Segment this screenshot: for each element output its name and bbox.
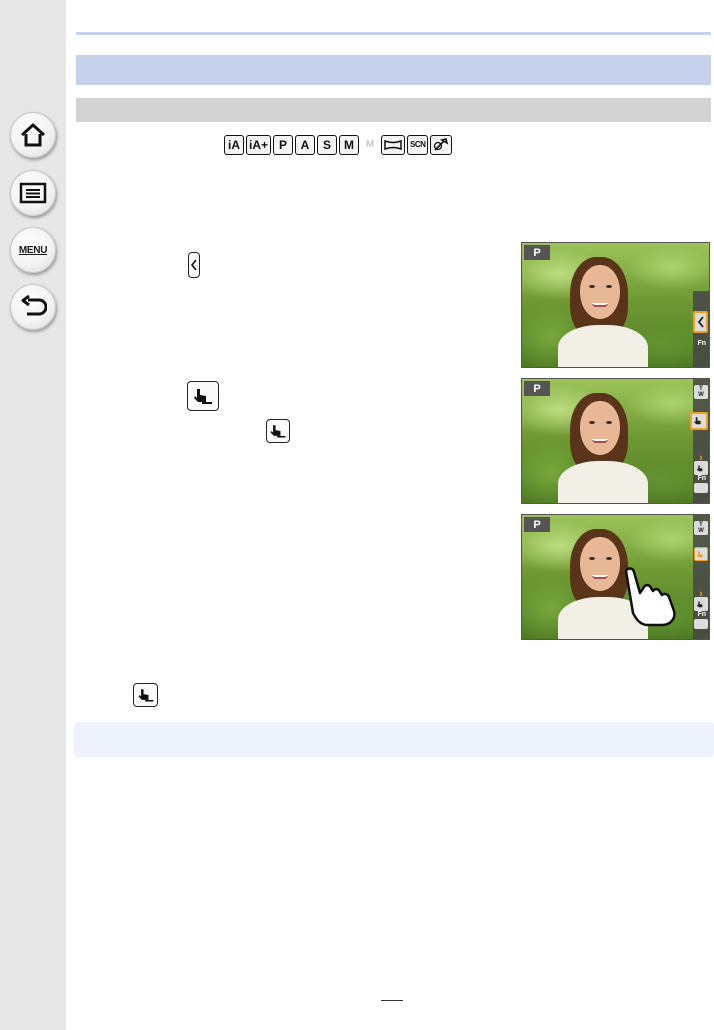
touch-shutter-icon [187,381,219,411]
touch-af-icon [694,597,708,611]
shutter-priority-icon: S [317,135,338,155]
touch-shutter-off-icon [690,412,708,430]
touch-tab-icon [693,311,708,333]
back-arrow-icon [21,295,47,316]
navigation-strip: MENU [0,0,66,1030]
mode-badge: P [524,245,550,260]
menu-label: MENU [18,244,48,256]
note-box [74,722,714,757]
touch-shutter-icon [133,683,158,707]
tab-arrow-icon [188,252,200,278]
touch-hand-icon [624,567,676,627]
aperture-priority-icon: A [295,135,316,155]
panorama-icon [381,135,406,155]
creative-video-icon: M [365,139,375,150]
intelligent-auto-icon: iA [224,135,244,155]
section-title-bar [76,55,711,85]
list-icon [19,182,47,204]
fn-label: Fn [697,611,706,618]
fn-label: Fn [697,340,706,347]
touch-ae-icon [694,483,708,493]
camera-screen-2: P TW › Fn [521,378,710,504]
contents-button[interactable] [10,170,56,216]
scene-guide-icon: SCN [407,135,429,155]
manual-icon: M [339,135,360,155]
back-button[interactable] [10,284,56,330]
subsection-title-bar [76,98,711,122]
menu-button[interactable]: MENU [10,227,56,273]
page-number-rule [381,1000,403,1001]
mode-badge: P [524,517,550,532]
header-rule [76,32,711,35]
mode-badge: P [524,381,550,396]
camera-screen-1: P Fn [521,242,710,368]
applicable-modes: iA iA+ P A S M M SCN [224,134,453,156]
touch-af-icon [694,461,708,475]
manual-page: MENU iA iA+ P A S M M SCN P Fn P T W › F… [0,0,714,1030]
home-button[interactable] [10,112,56,158]
zoom-icon: TW [694,385,708,399]
program-icon: P [273,135,294,155]
zoom-icon: TW [694,521,708,535]
creative-control-icon [430,135,453,155]
camera-screen-3: P TW › Fn [521,514,710,640]
touch-ae-icon [694,619,708,629]
touch-shutter-on-icon [694,547,708,561]
home-icon [20,123,46,147]
intelligent-auto-plus-icon: iA+ [246,135,272,155]
touch-shutter-icon [266,419,290,443]
fn-label: Fn [697,475,706,482]
